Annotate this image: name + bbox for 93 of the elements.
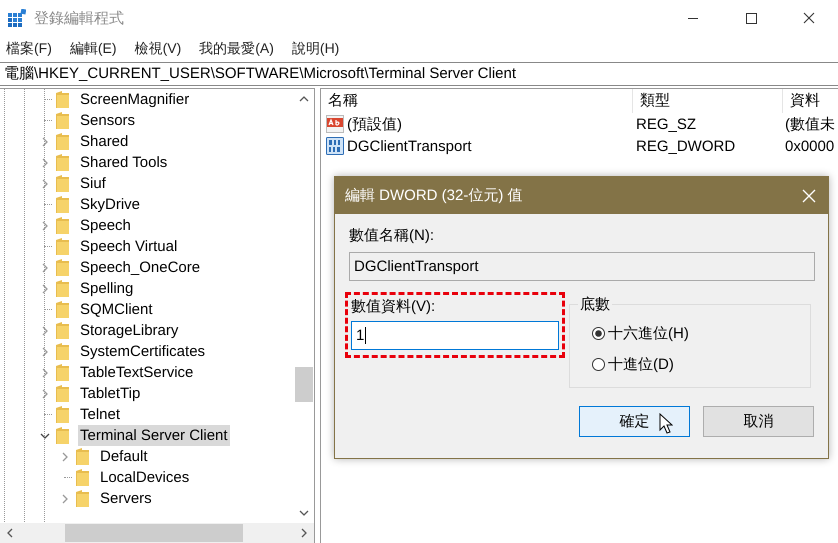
cancel-button[interactable]: 取消	[703, 406, 814, 437]
ok-button[interactable]: 確定	[579, 406, 690, 437]
folder-icon	[56, 154, 70, 171]
folder-icon	[76, 448, 90, 465]
tree-item[interactable]: TableTextService	[78, 362, 196, 383]
binary-value-icon	[326, 137, 344, 155]
menu-item[interactable]: 編輯(E)	[70, 40, 117, 58]
scroll-down-icon[interactable]	[299, 509, 309, 517]
expand-chevron-icon[interactable]	[40, 326, 50, 336]
menu-item[interactable]: 檔案(F)	[6, 40, 52, 58]
radio-label[interactable]: 十進位(D)	[608, 354, 674, 374]
input-field[interactable]: DGClientTransport	[349, 252, 815, 281]
tree-item[interactable]: Shared Tools	[78, 152, 170, 173]
tree-item[interactable]: Speech_OneCore	[78, 257, 202, 278]
tree-item[interactable]: SystemCertificates	[78, 341, 208, 362]
expand-chevron-icon[interactable]	[40, 284, 50, 294]
tree-item[interactable]: Speech	[78, 215, 133, 236]
folder-icon	[56, 385, 70, 402]
tree-item[interactable]: SQMClient	[78, 299, 155, 320]
address-field[interactable]: 電腦\HKEY_CURRENT_USER\SOFTWARE\Microsoft\Terminal Server Client	[0, 62, 838, 86]
menu-item[interactable]: 說明(H)	[292, 40, 340, 58]
expand-chevron-icon[interactable]	[40, 388, 50, 398]
folder-icon	[56, 133, 70, 150]
table-cell-text: REG_SZ	[635, 116, 698, 132]
tree-item[interactable]: Terminal Server Client	[78, 425, 230, 446]
scrollbar-thumb[interactable]	[65, 524, 243, 542]
folder-icon	[56, 364, 70, 381]
folder-icon	[76, 469, 90, 486]
collapse-chevron-icon[interactable]	[40, 430, 50, 440]
folder-icon	[56, 280, 70, 297]
field-label: 數值資料(V):	[351, 297, 436, 317]
table-cell-text: 0x0000	[784, 138, 836, 154]
tree-item[interactable]: Speech Virtual	[78, 236, 180, 257]
tree-item[interactable]: Servers	[98, 488, 154, 509]
table-cell-text: REG_DWORD	[635, 138, 736, 154]
tree-item[interactable]: Default	[98, 446, 150, 467]
expand-chevron-icon[interactable]	[40, 158, 50, 168]
close-icon[interactable]	[802, 188, 816, 202]
expand-chevron-icon[interactable]	[40, 220, 50, 230]
mouse-cursor-icon	[659, 413, 673, 435]
folder-icon	[56, 112, 70, 129]
value-name[interactable]: DGClientTransport	[347, 138, 472, 154]
expand-chevron-icon[interactable]	[40, 346, 50, 356]
radio-button[interactable]	[592, 326, 605, 340]
tree-item[interactable]: SkyDrive	[78, 194, 142, 215]
horizontal-scrollbar[interactable]	[0, 523, 314, 543]
radio-label[interactable]: 十六進位(H)	[608, 324, 689, 342]
folder-icon	[56, 259, 70, 276]
scrollbar-thumb[interactable]	[295, 367, 313, 402]
menu-item[interactable]: 檢視(V)	[134, 40, 182, 58]
scroll-left-icon[interactable]	[6, 528, 14, 538]
tree-item[interactable]: Shared	[78, 131, 130, 152]
string-value-icon	[326, 115, 344, 133]
folder-icon	[76, 490, 90, 507]
tree-item[interactable]: LocalDevices	[98, 467, 192, 488]
folder-icon	[56, 427, 70, 444]
folder-icon	[56, 217, 70, 234]
window-title: 登錄編輯程式	[34, 8, 124, 28]
folder-icon	[56, 343, 70, 360]
tree-item[interactable]: Telnet	[78, 404, 122, 425]
expand-chevron-icon[interactable]	[40, 262, 50, 272]
tree-item[interactable]: Sensors	[78, 110, 138, 131]
scroll-right-icon[interactable]	[300, 528, 308, 538]
field-label: 數值名稱(N):	[349, 226, 435, 246]
input-field[interactable]: 1	[351, 321, 559, 350]
tree-item[interactable]: TabletTip	[78, 383, 142, 404]
folder-icon	[56, 301, 70, 318]
expand-chevron-icon[interactable]	[40, 136, 50, 146]
menu-item[interactable]: 我的最愛(A)	[199, 40, 274, 58]
folder-icon	[56, 322, 70, 339]
table-cell-text: (數值未	[784, 114, 836, 134]
group-label: 底數	[578, 295, 612, 314]
radio-button[interactable]	[592, 358, 605, 370]
scroll-up-icon[interactable]	[299, 95, 309, 103]
folder-icon	[56, 238, 70, 255]
folder-icon	[56, 175, 70, 192]
tree-item[interactable]: StorageLibrary	[78, 320, 180, 341]
tree-item[interactable]: Siuf	[78, 173, 108, 194]
app-icon	[8, 9, 26, 27]
tree-item[interactable]: Spelling	[78, 278, 136, 299]
expand-chevron-icon[interactable]	[60, 452, 70, 462]
column-header[interactable]: 資料	[783, 89, 838, 113]
column-header[interactable]: 名稱	[321, 89, 633, 113]
folder-icon	[56, 196, 70, 213]
column-header[interactable]: 類型	[633, 89, 783, 113]
folder-icon	[56, 91, 70, 108]
expand-chevron-icon[interactable]	[60, 494, 70, 504]
expand-chevron-icon[interactable]	[40, 178, 50, 188]
expand-chevron-icon[interactable]	[40, 368, 50, 378]
value-name[interactable]: (預設值)	[347, 114, 402, 134]
dialog-title: 編輯 DWORD (32-位元) 值	[345, 186, 524, 205]
folder-icon	[56, 406, 70, 423]
tree-item[interactable]: ScreenMagnifier	[78, 89, 192, 110]
